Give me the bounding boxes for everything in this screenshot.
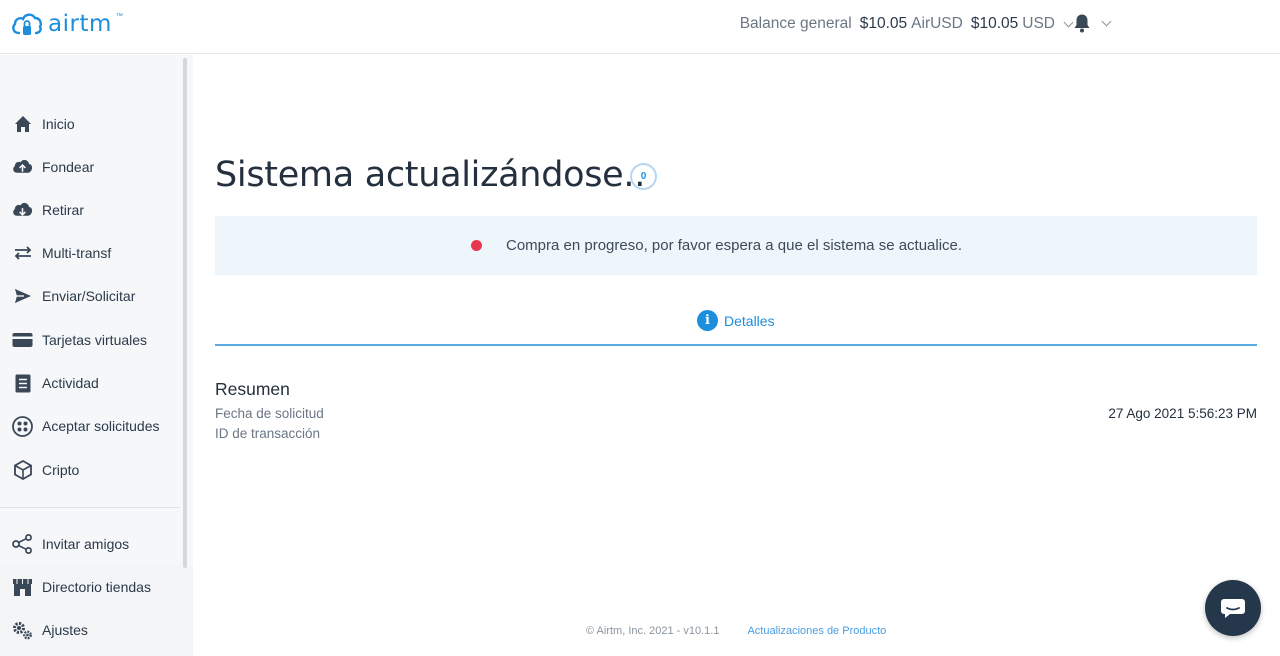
loading-spinner: 0 [630, 163, 657, 190]
status-dot-icon [471, 240, 482, 251]
footer-copyright: © Airtm, Inc. 2021 - v10.1.1 [586, 625, 720, 637]
sidebar-item-cripto[interactable]: Cripto [12, 458, 79, 482]
gears-icon [12, 620, 33, 641]
balance-usd-amount: $10.05 [970, 15, 1019, 32]
sidebar-item-enviar-solicitar[interactable]: Enviar/Solicitar [12, 284, 135, 308]
chat-button[interactable] [1205, 580, 1261, 636]
sidebar-item-directorio-tiendas[interactable]: Directorio tiendas [12, 575, 151, 599]
tab-label: Detalles [724, 312, 775, 329]
share-icon [12, 534, 33, 555]
summary-title: Resumen [215, 379, 290, 399]
store-icon [12, 577, 33, 598]
sidebar-item-label: Invitar amigos [42, 536, 130, 552]
sidebar-item-invitar-amigos[interactable]: Invitar amigos [12, 532, 129, 556]
balance-airusd-unit: AirUSD [911, 15, 963, 32]
sidebar-item-label: Directorio tiendas [42, 579, 151, 595]
sidebar-item-label: Retirar [42, 202, 85, 218]
arrows-swap-icon [12, 243, 33, 264]
balance-airusd-amount: $10.05 [859, 15, 908, 32]
sidebar-item-label: Inicio [42, 116, 75, 132]
sidebar-item-retirar[interactable]: Retirar [12, 198, 84, 222]
sidebar-item-inicio[interactable]: Inicio [12, 112, 75, 136]
tab-detalles[interactable]: i Detalles [697, 310, 775, 331]
sidebar-item-ajustes[interactable]: Ajustes [12, 618, 88, 642]
notifications-button[interactable] [1073, 13, 1112, 33]
sidebar: Inicio Fondear Retirar Multi-transf Envi… [0, 55, 193, 656]
document-list-icon [12, 373, 33, 394]
sidebar-item-tarjetas-virtuales[interactable]: Tarjetas virtuales [12, 328, 147, 352]
sidebar-divider [0, 507, 180, 508]
send-icon [12, 286, 33, 307]
cloud-upload-icon [12, 157, 33, 178]
grid-dots-icon [12, 415, 33, 437]
request-date-label: Fecha de solicitud [215, 406, 324, 421]
logo-trademark: ™ [115, 12, 123, 20]
sidebar-item-aceptar-solicitudes[interactable]: Aceptar solicitudes [12, 414, 160, 438]
sidebar-item-multi-transf[interactable]: Multi-transf [12, 241, 111, 265]
chevron-down-icon [1063, 17, 1074, 27]
product-updates-link[interactable]: Actualizaciones de Producto [747, 625, 886, 637]
balance-dropdown[interactable]: Balance general $10.05 AirUSD $10.05 USD [739, 15, 1074, 33]
sidebar-item-label: Fondear [42, 159, 95, 175]
cube-icon [12, 460, 33, 481]
chevron-down-icon [1101, 16, 1112, 26]
sidebar-item-fondear[interactable]: Fondear [12, 155, 94, 179]
request-date-value: 27 Ago 2021 5:56:23 PM [1108, 406, 1257, 421]
balance-label: Balance general [739, 15, 852, 32]
sidebar-item-label: Cripto [42, 462, 80, 478]
status-alert: Compra en progreso, por favor espera a q… [215, 216, 1257, 275]
sidebar-item-label: Aceptar solicitudes [42, 418, 160, 434]
footer: © Airtm, Inc. 2021 - v10.1.1 Actualizaci… [586, 625, 886, 637]
bell-icon [1074, 14, 1090, 33]
balance-usd-unit: USD [1022, 15, 1055, 32]
cloud-download-icon [12, 200, 33, 221]
sidebar-scrollbar[interactable] [183, 58, 187, 568]
sidebar-item-label: Enviar/Solicitar [42, 288, 136, 304]
sidebar-item-label: Tarjetas virtuales [42, 332, 148, 348]
transaction-id-label: ID de transacción [215, 426, 321, 441]
chat-icon [1221, 599, 1245, 618]
sidebar-item-label: Actividad [42, 375, 99, 391]
sidebar-item-label: Multi-transf [42, 245, 112, 261]
credit-card-icon [12, 330, 33, 351]
airtm-logo[interactable]: airtm ™ [10, 9, 123, 39]
tab-underline [215, 344, 1257, 346]
sidebar-item-actividad[interactable]: Actividad [12, 371, 99, 395]
top-header: airtm ™ Balance general $10.05 AirUSD $1… [0, 0, 1280, 54]
sidebar-item-label: Ajustes [42, 622, 88, 638]
page-title: Sistema actualizándose.. [215, 155, 646, 195]
cloud-lock-icon [12, 13, 42, 35]
info-icon: i [697, 310, 718, 331]
logo-text: airtm [48, 11, 112, 37]
alert-message: Compra en progreso, por favor espera a q… [506, 237, 963, 254]
home-icon [12, 114, 33, 135]
